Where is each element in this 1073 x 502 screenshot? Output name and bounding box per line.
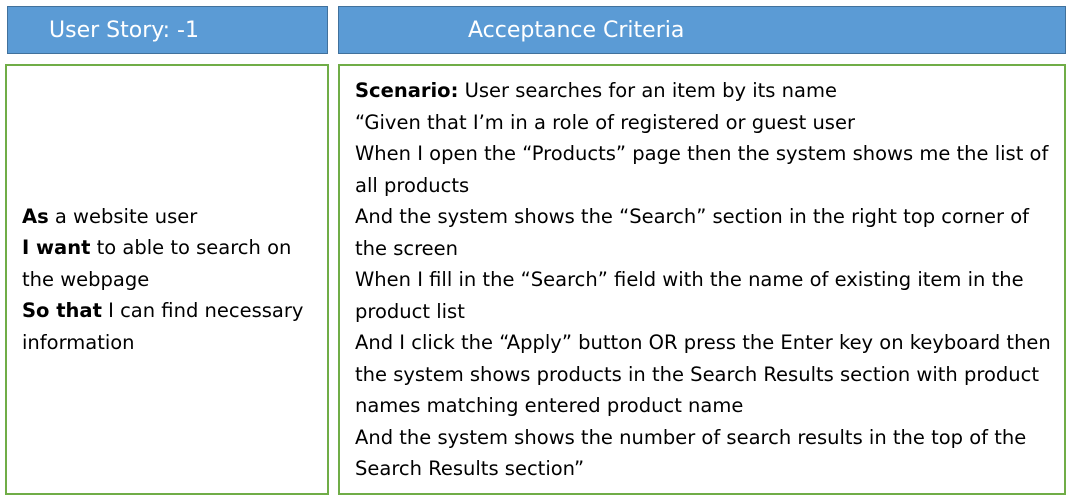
when-open-line: When I open the “Products” page then the…: [355, 142, 1049, 197]
want-line: I want to able to search on the webpage: [22, 232, 317, 295]
and-number-line: And the system shows the number of searc…: [355, 425, 1027, 481]
scenario-text: User searches for an item by its name: [458, 79, 837, 102]
acceptance-criteria-header-label: Acceptance Criteria: [468, 17, 685, 43]
want-keyword: I want: [22, 236, 91, 260]
as-text: a website user: [48, 204, 198, 228]
acceptance-criteria-header: Acceptance Criteria: [338, 6, 1066, 54]
user-story-header: User Story: -1: [7, 6, 328, 54]
user-story-header-label: User Story: -1: [49, 17, 199, 43]
user-story-panel: As a website user I want to able to sear…: [5, 64, 329, 495]
given-line: “Given that I’m in a role of registered …: [355, 110, 855, 134]
and-search-section-line: And the system shows the “Search” sectio…: [355, 205, 1029, 260]
so-that-line: So that I can find necessary information: [22, 295, 317, 358]
scenario-keyword: Scenario:: [355, 79, 459, 102]
when-fill-line: When I fill in the “Search” field with t…: [355, 268, 1024, 323]
as-line: As a website user: [22, 201, 317, 233]
so-that-keyword: So that: [22, 299, 102, 323]
user-story-text: As a website user I want to able to sear…: [22, 201, 317, 359]
scenario-line: Scenario: User searches for an item by i…: [355, 75, 1054, 107]
and-click-line: And I click the “Apply” button OR press …: [355, 331, 1051, 417]
acceptance-criteria-panel: Scenario: User searches for an item by i…: [338, 64, 1066, 495]
as-keyword: As: [22, 204, 49, 228]
